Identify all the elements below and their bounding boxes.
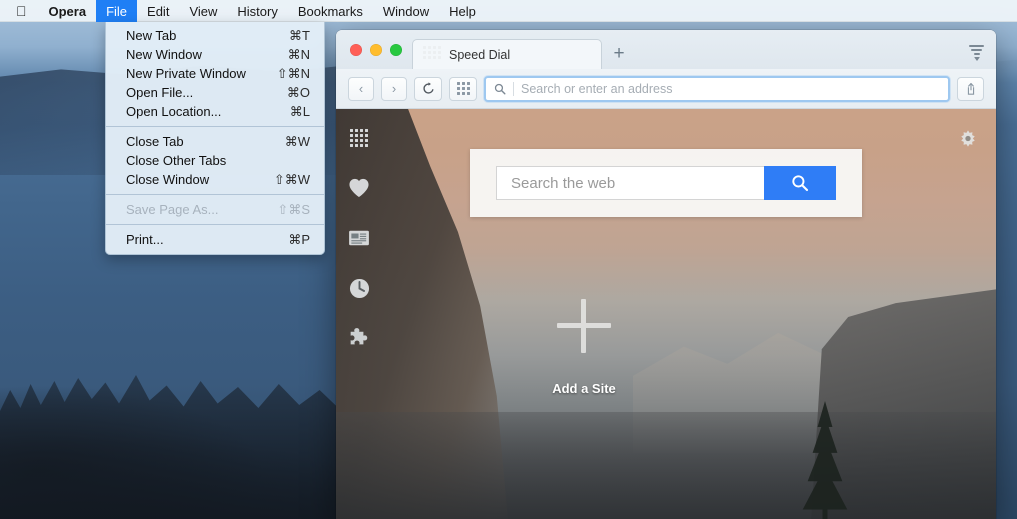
speed-dial-grid-icon — [423, 45, 441, 64]
maximize-window-button[interactable] — [390, 44, 402, 56]
magnifier-icon — [792, 175, 809, 192]
speed-dial-icon — [456, 82, 470, 95]
sidebar-item-speed-dial[interactable] — [348, 127, 370, 149]
menu-option-new-window[interactable]: New Window ⌘N — [106, 45, 324, 64]
menu-option-open-location[interactable]: Open Location... ⌘L — [106, 102, 324, 121]
menu-option-print[interactable]: Print... ⌘P — [106, 230, 324, 249]
sidebar-item-news[interactable] — [348, 227, 370, 249]
menu-option-label: New Tab — [126, 28, 177, 43]
close-window-button[interactable] — [350, 44, 362, 56]
menu-option-label: Close Tab — [126, 134, 184, 149]
menu-item-edit[interactable]: Edit — [137, 0, 179, 22]
menu-option-new-private-window[interactable]: New Private Window ⇧⌘N — [106, 64, 324, 83]
address-bar-divider — [513, 81, 514, 96]
menu-option-save-page-as: Save Page As... ⇧⌘S — [106, 200, 324, 219]
macos-menu-bar:  Opera File Edit View History Bookmarks… — [0, 0, 1017, 22]
web-search-button[interactable] — [764, 166, 836, 200]
menu-option-shortcut: ⌘N — [287, 47, 310, 62]
gear-icon — [961, 130, 975, 147]
menu-option-label: Close Other Tabs — [126, 153, 227, 168]
opera-browser-window: Speed Dial + ‹ › Search or enter an addr… — [336, 30, 996, 519]
menu-item-window[interactable]: Window — [373, 0, 439, 22]
web-search-input[interactable]: Search the web — [496, 166, 764, 200]
puzzle-icon — [350, 328, 368, 345]
menu-option-close-other-tabs[interactable]: Close Other Tabs — [106, 151, 324, 170]
reload-icon — [422, 82, 433, 94]
clock-icon — [349, 278, 369, 298]
menu-option-shortcut: ⌘O — [286, 85, 310, 100]
menu-option-open-file[interactable]: Open File... ⌘O — [106, 83, 324, 102]
share-button[interactable] — [957, 76, 984, 101]
menu-item-history[interactable]: History — [227, 0, 287, 22]
address-bar-placeholder: Search or enter an address — [521, 81, 673, 96]
menu-option-label: New Private Window — [126, 66, 246, 81]
newspaper-icon — [349, 230, 369, 246]
easy-setup-icon[interactable] — [969, 45, 984, 61]
menu-option-shortcut: ⌘L — [289, 104, 310, 119]
grid-icon — [350, 129, 368, 147]
speed-dial-page: Search the web Add a Site — [336, 109, 996, 519]
menu-separator — [106, 126, 324, 127]
menu-option-shortcut: ⇧⌘S — [277, 202, 310, 217]
tab-speed-dial[interactable]: Speed Dial — [412, 39, 602, 69]
share-icon — [967, 82, 974, 95]
speed-dial-sidebar — [336, 109, 382, 519]
web-search-panel: Search the web — [470, 149, 862, 217]
menu-item-view[interactable]: View — [179, 0, 227, 22]
speed-dial-settings-button[interactable] — [958, 129, 978, 149]
background-valley-floor — [336, 412, 996, 519]
sidebar-item-bookmarks[interactable] — [348, 177, 370, 199]
web-search-placeholder: Search the web — [511, 174, 616, 192]
magnifier-icon — [494, 83, 506, 95]
menu-option-new-tab[interactable]: New Tab ⌘T — [106, 26, 324, 45]
tab-title: Speed Dial — [449, 47, 511, 62]
menu-item-help[interactable]: Help — [439, 0, 486, 22]
menu-option-shortcut: ⌘P — [288, 232, 310, 247]
menu-option-close-window[interactable]: Close Window ⇧⌘W — [106, 170, 324, 189]
file-dropdown-menu: New Tab ⌘T New Window ⌘N New Private Win… — [105, 22, 325, 255]
address-bar[interactable]: Search or enter an address — [484, 75, 950, 102]
forward-button[interactable]: › — [381, 76, 407, 101]
web-search-box: Search the web — [496, 166, 836, 200]
menu-item-opera[interactable]: Opera — [39, 0, 97, 22]
menu-option-label: Print... — [126, 232, 164, 247]
menu-option-shortcut: ⇧⌘N — [276, 66, 310, 81]
menu-option-shortcut: ⌘W — [284, 134, 310, 149]
menu-option-label: Open Location... — [126, 104, 222, 119]
sidebar-item-extensions[interactable] — [348, 327, 370, 349]
speed-dial-button[interactable] — [449, 76, 477, 101]
add-site-tile[interactable]: Add a Site — [524, 299, 644, 396]
menu-option-shortcut: ⌘T — [289, 28, 310, 43]
add-site-label: Add a Site — [552, 381, 616, 396]
apple-logo-icon[interactable]:  — [0, 4, 39, 18]
wallpaper-treeline — [0, 375, 340, 519]
browser-toolbar: ‹ › Search or enter an address — [336, 69, 996, 109]
menu-item-file[interactable]: File — [96, 0, 138, 22]
menu-option-label: Open File... — [126, 85, 194, 100]
plus-icon — [557, 299, 611, 353]
menu-option-label: Close Window — [126, 172, 210, 187]
tab-strip: Speed Dial + — [336, 30, 996, 69]
new-tab-button[interactable]: + — [602, 39, 636, 69]
minimize-window-button[interactable] — [370, 44, 382, 56]
menu-item-bookmarks[interactable]: Bookmarks — [288, 0, 373, 22]
back-button[interactable]: ‹ — [348, 76, 374, 101]
menu-separator — [106, 194, 324, 195]
menu-option-label: Save Page As... — [126, 202, 219, 217]
window-controls — [336, 44, 412, 69]
heart-icon — [349, 178, 369, 198]
menu-separator — [106, 224, 324, 225]
menu-option-label: New Window — [126, 47, 202, 62]
sidebar-item-history[interactable] — [348, 277, 370, 299]
reload-button[interactable] — [414, 76, 442, 101]
menu-option-close-tab[interactable]: Close Tab ⌘W — [106, 132, 324, 151]
menu-option-shortcut: ⇧⌘W — [273, 172, 310, 187]
